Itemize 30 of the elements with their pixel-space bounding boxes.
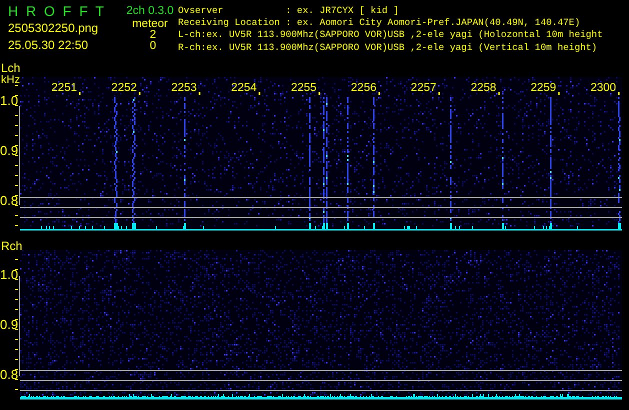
y-tick-label: 0.9 — [0, 143, 18, 158]
x-tick-label: 2258 — [470, 82, 496, 94]
x-tick-label: 2256 — [350, 82, 376, 94]
x-tick-label: 2253 — [171, 82, 197, 94]
y-tick-label: 0.9 — [0, 317, 18, 332]
file-name: 2505302250.png — [8, 20, 100, 37]
meteor-count: 2 — [148, 30, 156, 41]
version-label: 2ch 0.3.0 — [126, 5, 174, 18]
x-tick-label: 2257 — [410, 82, 436, 94]
y-tick-label: 1.0 — [0, 93, 18, 108]
x-tick-label: 2300 — [590, 82, 616, 94]
x-tick-label: 2251 — [51, 82, 77, 94]
x-tick-label: 2254 — [231, 82, 257, 94]
meteor-label: meteor — [132, 18, 168, 30]
info-line: Ovserver : ex. JR7CYX [ kid ] — [178, 5, 400, 18]
x-tick-label: 2252 — [111, 82, 137, 94]
x-tick-label: 2255 — [291, 82, 317, 94]
info-line: R-ch:ex. UV5R 113.900Mhz(SAPPORO VOR)USB ,2-ele yagi (Vertical 10m height) — [178, 42, 598, 54]
y-tick-label: 0.8 — [0, 193, 18, 208]
info-line: L-ch:ex. UV5R 113.900Mhz(SAPPORO VOR)USB ,2-ele yagi (Holozontal 10m height — [178, 29, 604, 42]
y-tick-label: 0.8 — [0, 367, 18, 382]
date-time: 25.05.30 22:50 — [8, 37, 90, 54]
y-tick-label: 1.0 — [0, 267, 18, 282]
unit-label: kHz — [1, 74, 20, 86]
x-tick-label: 2259 — [530, 82, 556, 94]
channel-label: Lch — [1, 61, 20, 75]
channel-label: Rch — [1, 239, 22, 253]
meteor-count: 0 — [148, 41, 156, 52]
app-title: H R O F F T — [8, 2, 104, 20]
info-line: Receiving Location : ex. Aomori City Aomori-Pref.JAPAN(40.49N, 140.47E) — [178, 17, 582, 30]
